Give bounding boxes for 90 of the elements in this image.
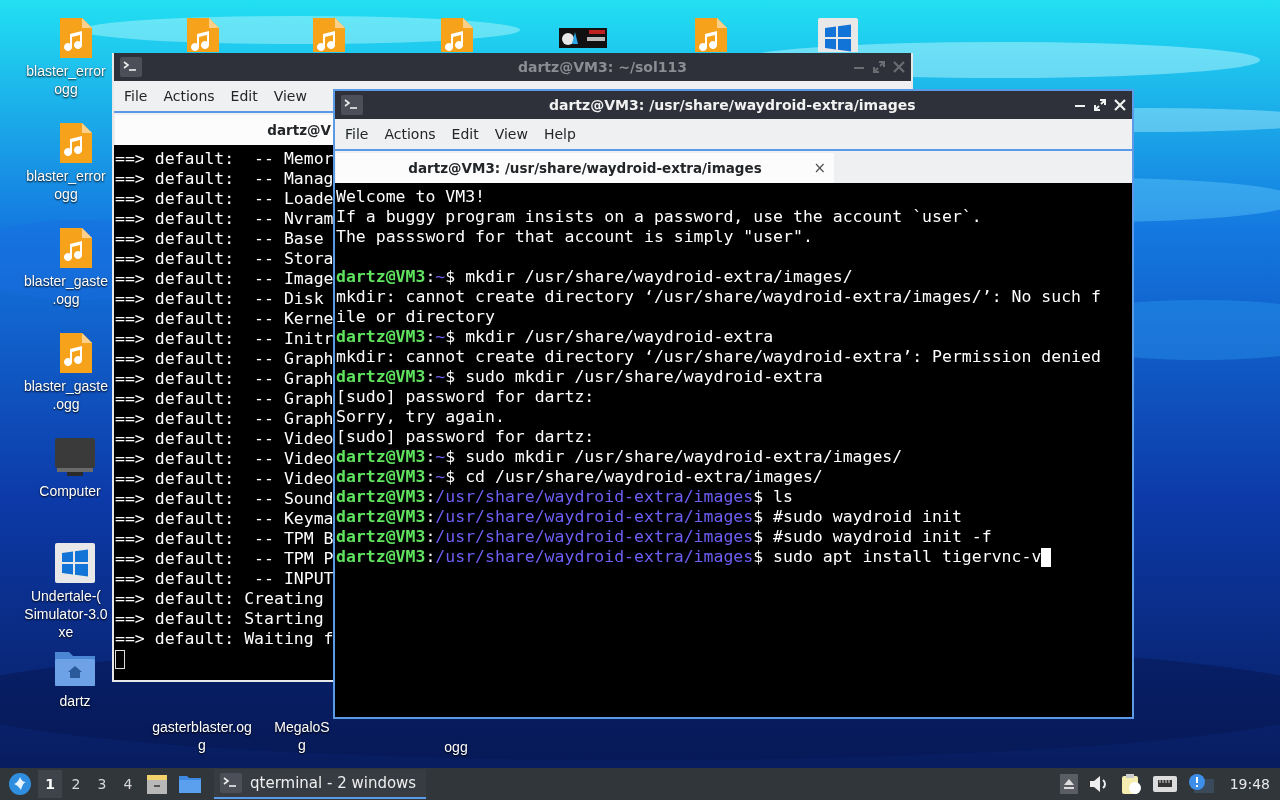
menu-item[interactable]: View <box>265 83 315 109</box>
terminal-line: mkdir: cannot create directory ‘/usr/share/waydroid-extra/images/’: No such f <box>336 287 1101 307</box>
clipboard-icon[interactable] <box>1119 773 1142 795</box>
terminal-line: ==> default: -- Graph <box>115 409 334 429</box>
menu-item[interactable]: File <box>116 83 156 109</box>
start-menu-icon[interactable] <box>8 772 32 796</box>
network-icon[interactable] <box>1151 774 1178 794</box>
terminal-tab[interactable]: dartz@V <box>115 115 333 145</box>
menu-item[interactable]: Help <box>535 121 584 147</box>
audio-file-icon[interactable] <box>58 228 92 268</box>
terminal-line: ==> default: Starting <box>115 609 324 629</box>
menu-item[interactable]: View <box>486 121 536 147</box>
menu-item[interactable]: Edit <box>222 83 266 109</box>
terminal-line: If a buggy program insists on a password, use the account `user`. <box>336 207 982 227</box>
icon-label[interactable]: gasterblaster.og g <box>152 718 252 754</box>
terminal-line: ==> default: Waiting f <box>115 629 334 649</box>
terminal-tab[interactable]: dartz@VM3: /usr/share/waydroid-extra/images × <box>336 153 834 183</box>
terminal-line: Welcome to VM3! <box>336 187 485 207</box>
icon-label[interactable]: blaster_gaste .ogg <box>23 377 109 413</box>
computer-icon[interactable] <box>54 438 96 476</box>
terminal-line: dartz@VM3:/usr/share/waydroid-extra/images$ #sudo waydroid init -f <box>336 527 992 547</box>
menu-item[interactable]: Edit <box>443 121 487 147</box>
icon-label[interactable]: ogg <box>444 738 468 756</box>
desktop-switcher[interactable]: 3 <box>90 770 114 798</box>
folder-icon[interactable] <box>178 774 202 794</box>
terminal-line: dartz@VM3:~$ cd /usr/share/waydroid-extra/images/ <box>336 467 823 487</box>
icon-label[interactable]: dartz <box>59 692 91 710</box>
terminal-line: ==> default: -- Image <box>115 269 334 289</box>
terminal-line: ==> default: -- INPUT <box>115 569 334 589</box>
icon-label[interactable]: blaster_error ogg <box>26 167 106 203</box>
terminal-line: ==> default: -- Stora <box>115 249 334 269</box>
clock: 19:48 <box>1229 774 1270 794</box>
windows-logo-icon[interactable] <box>55 543 95 583</box>
icon-label[interactable]: Undertale-( Simulator-3.0 xe <box>24 587 108 641</box>
terminal-icon <box>341 95 363 115</box>
terminal-line: dartz@VM3:/usr/share/waydroid-extra/images$ #sudo waydroid init <box>336 507 962 527</box>
terminal-line: ==> default: Creating <box>115 589 324 609</box>
terminal-line: ==> default: -- Graph <box>115 369 334 389</box>
terminal-line: ==> default: -- Video <box>115 429 334 449</box>
terminal-line: ile or directory <box>336 307 495 327</box>
terminal-line: ==> default: -- Memor <box>115 149 334 169</box>
taskbar-button[interactable]: qterminal - 2 windows <box>214 769 427 799</box>
icon-label[interactable]: Computer <box>39 482 101 500</box>
window-title: dartz@VM3: ~/sol113 <box>518 57 687 77</box>
terminal-line: ==> default: -- Graph <box>115 349 334 369</box>
terminal-line: ==> default: -- Kerne <box>115 309 334 329</box>
desktop-switcher[interactable]: 1 <box>38 770 62 798</box>
terminal-line: ==> default: -- Manag <box>115 169 334 189</box>
menu-item[interactable]: Actions <box>155 83 223 109</box>
terminal-line: ==> default: -- Video <box>115 449 334 469</box>
icon-label[interactable]: blaster_gaste .ogg <box>23 272 109 308</box>
terminal-line: The passsword for that account is simply "user". <box>336 227 813 247</box>
terminal-line: [sudo] password for dartz: <box>336 387 595 407</box>
terminal-line: ==> default: -- Video <box>115 469 334 489</box>
terminal-line: dartz@VM3:~$ sudo mkdir /usr/share/waydroid-extra/images/ <box>336 447 903 467</box>
terminal-line: dartz@VM3:~$ sudo mkdir /usr/share/waydroid-extra <box>336 367 823 387</box>
menu-item[interactable]: Actions <box>376 121 444 147</box>
terminal-line: ==> default: -- TPM P <box>115 549 334 569</box>
terminal-line: dartz@VM3:/usr/share/waydroid-extra/images$ ls <box>336 487 793 507</box>
audio-file-icon[interactable] <box>58 123 92 163</box>
tab-close-button[interactable]: × <box>813 156 826 180</box>
terminal-line: ==> default: -- Graph <box>115 389 334 409</box>
desktop-switcher[interactable]: 4 <box>116 770 140 798</box>
terminal-line: ==> default: -- Base <box>115 229 324 249</box>
window-title: dartz@VM3: /usr/share/waydroid-extra/images <box>549 95 916 115</box>
terminal-line: ==> default: -- Initr <box>115 329 334 349</box>
terminal-icon <box>220 773 242 793</box>
terminal-line: Sorry, try again. <box>336 407 505 427</box>
terminal-line: ==> default: -- Keyma <box>115 509 334 529</box>
terminal-line: dartz@VM3:~$ mkdir /usr/share/waydroid-extra <box>336 327 774 347</box>
terminal-icon <box>120 57 142 77</box>
text-cursor <box>115 649 125 669</box>
windows-logo-icon[interactable] <box>818 18 858 52</box>
terminal-line: dartz@VM3:/usr/share/waydroid-extra/images$ sudo apt install tigervnc-v <box>336 547 1042 567</box>
menu-item[interactable]: File <box>337 121 377 147</box>
notification-icon[interactable] <box>1187 773 1214 795</box>
file-cabinet-icon[interactable] <box>146 773 168 795</box>
icon-label[interactable]: MegaloS g <box>274 718 330 754</box>
terminal-line: mkdir: cannot create directory ‘/usr/share/waydroid-extra’: Permission denied <box>336 347 1101 367</box>
text-cursor <box>1041 547 1052 567</box>
terminal-line: ==> default: -- Nvram <box>115 209 334 229</box>
eject-icon[interactable] <box>1059 774 1078 794</box>
terminal-line: dartz@VM3:~$ mkdir /usr/share/waydroid-extra/images/ <box>336 267 853 287</box>
terminal-line: ==> default: -- Loade <box>115 189 334 209</box>
terminal-line: ==> default: -- TPM B <box>115 529 334 549</box>
audio-file-icon[interactable] <box>58 333 92 373</box>
desktop-switcher[interactable]: 2 <box>64 770 88 798</box>
terminal-line: [sudo] password for dartz: <box>336 427 595 447</box>
terminal-line: ==> default: -- Disk <box>115 289 324 309</box>
terminal-line: ==> default: -- Sound <box>115 489 334 509</box>
